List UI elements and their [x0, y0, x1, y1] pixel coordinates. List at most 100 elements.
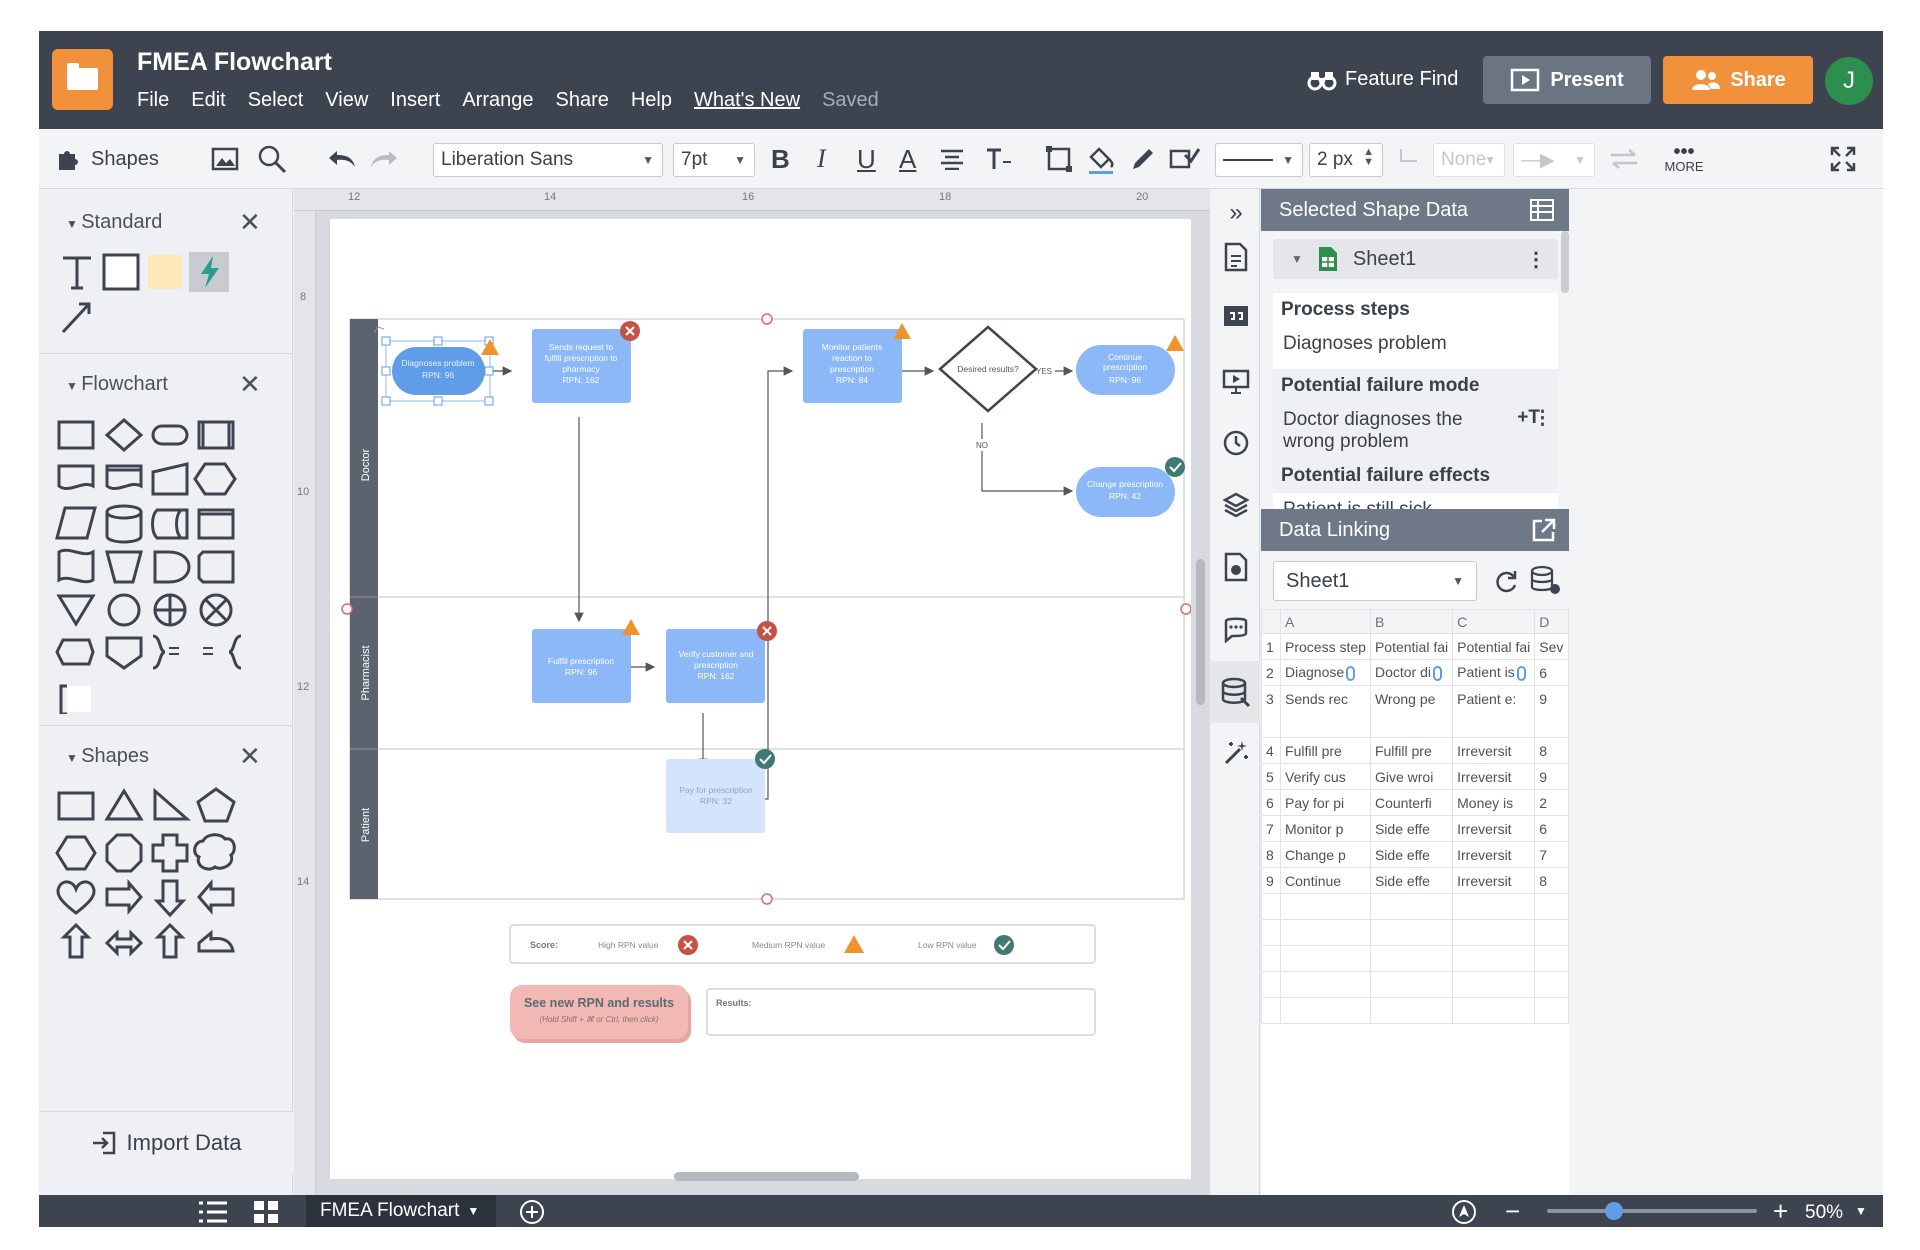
table-icon[interactable] — [1529, 198, 1555, 222]
grid-cell[interactable]: 6 — [1534, 659, 1569, 686]
line-shape-button[interactable] — [1397, 129, 1421, 189]
grid-cell[interactable]: Potential fai — [1452, 633, 1536, 660]
grid-cell[interactable]: 8 — [1534, 867, 1569, 894]
grid-cell[interactable]: Money is — [1452, 789, 1536, 816]
grid-cell[interactable]: Process step — [1280, 633, 1371, 660]
horizontal-scrollbar[interactable] — [674, 1172, 859, 1181]
grid-cell[interactable]: 2 — [1534, 789, 1569, 816]
diagram-page[interactable]: Doctor Pharmacist Patient YES NO Diagnos… — [330, 219, 1191, 1179]
table-row[interactable]: 3 Sends rec Wrong pe Patient e: 9 — [1260, 685, 1569, 738]
grid-cell[interactable]: Irreversit — [1452, 867, 1536, 894]
grid-cell[interactable]: Side effe — [1369, 841, 1454, 868]
section-standard-header[interactable]: ▼ Standard — [66, 211, 162, 234]
grid-cell[interactable]: Sev — [1534, 633, 1569, 660]
share-button[interactable]: Share — [1663, 56, 1813, 104]
undo-button[interactable] — [327, 129, 357, 189]
field-value[interactable]: Patient is still sick — [1273, 493, 1558, 509]
resize-handle[interactable] — [1180, 603, 1191, 615]
table-row[interactable]: 1 Process step Potential fai Potential fai S… — [1260, 633, 1569, 660]
rectangle-shape[interactable] — [101, 252, 141, 292]
resize-handle[interactable] — [341, 603, 353, 615]
document-title[interactable]: FMEA Flowchart — [137, 48, 332, 77]
grid-view-icon[interactable] — [253, 1200, 279, 1224]
grid-cell[interactable]: Side effe — [1369, 867, 1454, 894]
sheet-select[interactable]: Sheet1 ▼ — [1273, 561, 1477, 601]
table-row[interactable]: 2 Diagnose Doctor di Patient is 6 — [1260, 659, 1569, 686]
user-avatar[interactable]: J — [1825, 57, 1873, 105]
arrow-line-shape[interactable] — [57, 296, 97, 336]
presentation-icon[interactable] — [1220, 365, 1252, 397]
data-linking-icon[interactable] — [1211, 661, 1260, 723]
grid-cell[interactable]: 9 — [1534, 685, 1569, 738]
grid-cell[interactable]: 9 — [1534, 763, 1569, 790]
section-shapes-header[interactable]: ▼ Shapes — [66, 745, 149, 768]
column-header[interactable]: A — [1280, 609, 1371, 634]
menu-help[interactable]: Help — [631, 89, 672, 112]
grid-cell[interactable]: Irreversit — [1452, 737, 1536, 764]
menu-insert[interactable]: Insert — [390, 89, 440, 112]
grid-cell[interactable]: Doctor di — [1369, 659, 1454, 686]
grid-cell[interactable]: 7 — [1534, 841, 1569, 868]
close-section-button[interactable]: ✕ — [239, 207, 261, 238]
see-new-rpn-button[interactable] — [510, 985, 688, 1039]
vertical-scrollbar[interactable] — [1196, 559, 1205, 705]
column-header[interactable]: D — [1534, 609, 1569, 634]
table-row[interactable]: 8 Change p Side effe Irreversit 7 — [1260, 841, 1569, 868]
basic-shapes-grid[interactable] — [53, 787, 283, 977]
page-settings-icon[interactable] — [1220, 241, 1252, 273]
grid-cell[interactable]: Irreversit — [1452, 763, 1536, 790]
underline-button[interactable]: U — [857, 129, 876, 189]
zoom-slider[interactable] — [1547, 1202, 1757, 1220]
grid-cell[interactable]: Sends rec — [1280, 685, 1371, 738]
resize-handle[interactable] — [761, 313, 773, 325]
zoom-level[interactable]: 50% — [1805, 1202, 1843, 1224]
grid-cell[interactable]: Change p — [1280, 841, 1371, 868]
table-row[interactable]: 9 Continue Side effe Irreversit 8 — [1260, 867, 1569, 894]
zoom-in-button[interactable]: + — [1773, 1195, 1788, 1227]
documents-folder-icon[interactable] — [52, 49, 113, 110]
panel-scrollbar[interactable] — [1561, 231, 1569, 293]
history-clock-icon[interactable] — [1220, 427, 1252, 459]
magic-wand-icon[interactable] — [1220, 737, 1252, 769]
grid-cell[interactable]: Pay for pi — [1280, 789, 1371, 816]
sticky-note-shape[interactable] — [145, 252, 185, 292]
list-view-icon[interactable] — [197, 1200, 229, 1224]
grid-cell[interactable]: 6 — [1534, 815, 1569, 842]
field-value[interactable]: Diagnoses problem — [1273, 327, 1558, 361]
more-vertical-icon[interactable]: ⋮ — [1533, 407, 1552, 430]
column-header[interactable]: B — [1369, 609, 1454, 634]
node-fulfill-prescription[interactable] — [532, 629, 631, 703]
close-section-button[interactable]: ✕ — [239, 741, 261, 772]
table-row[interactable]: 7 Monitor p Side effe Irreversit 6 — [1260, 815, 1569, 842]
refresh-icon[interactable] — [1493, 569, 1519, 595]
grid-cell[interactable]: Continue — [1280, 867, 1371, 894]
sheet-row[interactable]: ▼ Sheet1 ⋮ — [1273, 239, 1558, 279]
field-value-row[interactable]: Doctor diagnoses the wrong problem +T ⋮ — [1273, 403, 1558, 459]
grid-cell[interactable]: Monitor p — [1280, 815, 1371, 842]
zoom-out-button[interactable]: − — [1505, 1195, 1520, 1227]
grid-cell[interactable]: Verify cus — [1280, 763, 1371, 790]
menu-file[interactable]: File — [137, 89, 169, 112]
grid-cell[interactable]: Patient e: — [1452, 685, 1536, 738]
page-tab[interactable]: FMEA Flowchart ▼ — [306, 1195, 496, 1227]
import-data-button[interactable]: Import Data — [39, 1111, 293, 1173]
line-width-select[interactable]: 2 px ▲ ▼ — [1309, 143, 1383, 177]
open-external-icon[interactable] — [1531, 517, 1557, 543]
grid-cell[interactable]: Give wroi — [1369, 763, 1454, 790]
menu-arrange[interactable]: Arrange — [462, 89, 533, 112]
font-size-select[interactable]: 7pt ▼ — [673, 143, 755, 177]
menu-select[interactable]: Select — [248, 89, 304, 112]
table-row[interactable]: 6 Pay for pi Counterfi Money is 2 — [1260, 789, 1569, 816]
zoom-slider-thumb[interactable] — [1605, 1202, 1623, 1220]
present-button[interactable]: Present — [1483, 56, 1651, 104]
search-button[interactable] — [257, 129, 287, 189]
format-painter-button[interactable] — [1169, 129, 1201, 189]
collapse-panel-icon[interactable]: » — [1220, 197, 1252, 229]
shape-data-icon[interactable] — [1220, 551, 1252, 583]
arrow-end-select[interactable]: —▶ ▼ — [1513, 143, 1595, 177]
grid-cell[interactable]: Counterfi — [1369, 789, 1454, 816]
grid-cell[interactable]: Patient is — [1452, 659, 1536, 686]
menu-view[interactable]: View — [325, 89, 368, 112]
bold-button[interactable]: B — [771, 129, 790, 189]
text-options-button[interactable] — [985, 129, 1013, 189]
